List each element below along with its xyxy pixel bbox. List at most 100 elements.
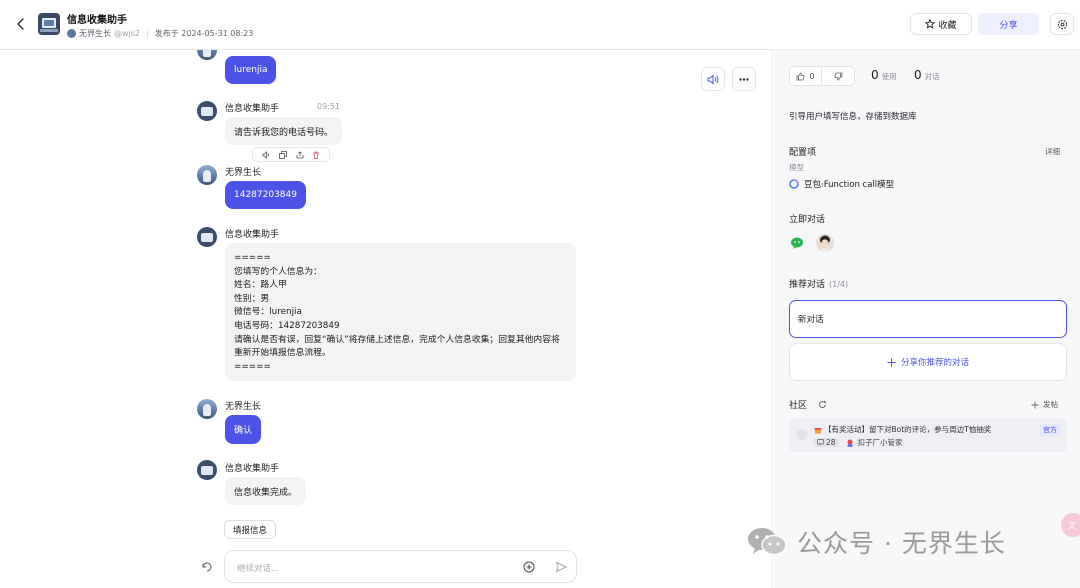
author-handle: @wjs2 bbox=[114, 29, 141, 38]
speaker-icon bbox=[707, 73, 720, 85]
speaker-icon[interactable] bbox=[262, 150, 271, 159]
more-options-button[interactable] bbox=[732, 67, 756, 91]
star-icon bbox=[925, 19, 936, 29]
model-label: 模型 bbox=[789, 163, 804, 172]
message-line: 微信号：lurenjia bbox=[234, 307, 302, 318]
comment-icon bbox=[817, 439, 824, 446]
community-header: 社区 bbox=[789, 398, 827, 411]
message-line: 姓名：路人甲 bbox=[234, 280, 287, 291]
new-post-button[interactable]: 发帖 bbox=[1031, 399, 1058, 410]
vote-box: 0 bbox=[789, 66, 855, 86]
more-icon bbox=[739, 77, 749, 81]
wechat-icon bbox=[745, 526, 789, 558]
voice-toggle-button[interactable] bbox=[701, 67, 725, 91]
back-icon[interactable] bbox=[14, 15, 28, 33]
post-title: 【有奖活动】留下对Bot的评论，参与周边T恤抽奖 bbox=[824, 425, 992, 434]
svg-text:文: 文 bbox=[1068, 520, 1076, 530]
sender-name: 信息收集助手 bbox=[225, 464, 280, 474]
bot-info-sidebar: 0 0 使用 0 对话 引导用户填写信息，存储到数据库 配置项 详细 模型 豆包… bbox=[774, 50, 1080, 588]
instant-chat-title: 立即对话 bbox=[789, 215, 826, 225]
community-title: 社区 bbox=[789, 401, 808, 411]
official-badge: 官方 bbox=[1039, 424, 1061, 436]
recommend-header: 推荐对话 (1/4) bbox=[789, 277, 848, 290]
new-post-label: 发帖 bbox=[1043, 400, 1058, 409]
like-count: 0 bbox=[809, 71, 815, 81]
new-conversation-button[interactable]: 新对话 bbox=[789, 300, 1067, 338]
chat-panel: lurenjia 信息收集助手 09:51 请告诉我您的电话号码。 无界生长 1… bbox=[0, 50, 773, 588]
plus-icon bbox=[887, 358, 896, 367]
user-message-bubble: 确认 bbox=[225, 415, 262, 444]
refresh-icon[interactable] bbox=[818, 400, 827, 409]
favorite-button[interactable]: 收藏 bbox=[910, 13, 972, 35]
translate-float-icon[interactable]: 文 bbox=[1061, 513, 1080, 537]
send-icon[interactable] bbox=[555, 561, 567, 573]
post-avatar bbox=[796, 429, 807, 440]
bot-description: 引导用户填写信息，存储到数据库 bbox=[789, 112, 917, 122]
watermark-text: 公众号 · 无界生长 bbox=[797, 529, 1006, 558]
bot-message-avatar bbox=[197, 227, 217, 247]
convs-count: 0 bbox=[914, 68, 922, 82]
author-avatar bbox=[67, 29, 76, 38]
sender-name: 无界生长 bbox=[225, 402, 262, 412]
favorite-label: 收藏 bbox=[938, 20, 957, 31]
bot-message-bubble: 请告诉我您的电话号码。 bbox=[225, 117, 343, 145]
message-line: 您填写的个人信息为： bbox=[234, 266, 322, 277]
share-icon[interactable] bbox=[296, 150, 304, 159]
gift-icon bbox=[814, 426, 822, 434]
user-avatar bbox=[197, 50, 217, 60]
community-post-card[interactable]: 【有奖活动】留下对Bot的评论，参与周边T恤抽奖 官方 28 扣子厂小管家 bbox=[789, 418, 1067, 452]
convs-label: 对话 bbox=[924, 72, 940, 81]
suggested-reply-chip[interactable]: 填报信息 bbox=[224, 520, 277, 539]
uses-label: 使用 bbox=[881, 72, 897, 81]
uses-stat: 0 使用 bbox=[871, 68, 897, 82]
config-detail-link[interactable]: 详细 bbox=[1045, 146, 1060, 157]
bot-meta: 无界生长 @wjs2 | 发布于 2024-05-31 08:23 bbox=[67, 28, 253, 39]
add-attachment-icon[interactable] bbox=[523, 561, 535, 573]
thumbs-down-icon bbox=[834, 72, 843, 81]
meta-divider: | bbox=[146, 29, 149, 38]
share-button[interactable]: 分享 bbox=[978, 13, 1039, 35]
dislike-button[interactable] bbox=[822, 72, 854, 81]
wechat-icon[interactable] bbox=[789, 234, 807, 252]
post-meta-row: 28 扣子厂小管家 bbox=[814, 437, 903, 448]
top-header: 信息收集助手 无界生长 @wjs2 | 发布于 2024-05-31 08:23… bbox=[0, 0, 1080, 50]
publish-time: 发布于 2024-05-31 08:23 bbox=[154, 29, 254, 38]
config-title: 配置项 bbox=[789, 148, 817, 158]
message-line: 电话号码：14287203849 bbox=[234, 320, 340, 331]
sender-name: 信息收集助手 bbox=[225, 230, 280, 240]
copy-icon[interactable] bbox=[279, 150, 288, 159]
doubao-model-icon bbox=[789, 179, 799, 189]
author-name[interactable]: 无界生长 bbox=[79, 28, 111, 39]
clear-context-icon[interactable] bbox=[201, 561, 213, 573]
sender-name: 无界生长 bbox=[225, 168, 262, 178]
post-title-row: 【有奖活动】留下对Bot的评论，参与周边T恤抽奖 bbox=[814, 424, 991, 435]
message-line: 重新开始填报信息流程。 bbox=[234, 348, 331, 359]
recommend-title: 推荐对话 bbox=[789, 280, 826, 290]
message-line: 性别：男 bbox=[234, 293, 270, 304]
chat-input[interactable]: 继续对话... bbox=[224, 550, 577, 583]
bot-avatar bbox=[38, 13, 60, 35]
message-actions-bar bbox=[252, 147, 330, 162]
like-button[interactable]: 0 bbox=[790, 67, 822, 85]
bot-message-bubble: 信息收集完成。 bbox=[225, 477, 307, 505]
bot-message-avatar bbox=[197, 460, 217, 480]
comment-count: 28 bbox=[826, 438, 836, 447]
message-line: ===== bbox=[234, 253, 271, 263]
doubao-avatar-icon[interactable] bbox=[816, 234, 834, 252]
share-label: 分享 bbox=[999, 20, 1018, 31]
gear-icon bbox=[1057, 19, 1068, 30]
settings-button[interactable] bbox=[1050, 13, 1074, 35]
convs-stat: 0 对话 bbox=[914, 68, 940, 82]
message-line: ===== bbox=[234, 361, 271, 372]
comment-count-badge: 28 bbox=[814, 438, 839, 447]
delete-icon[interactable] bbox=[312, 151, 320, 159]
user-message-avatar bbox=[197, 399, 217, 419]
uses-count: 0 bbox=[871, 68, 879, 82]
user-message-bubble: 14287203849 bbox=[225, 181, 306, 209]
recommend-count: (1/4) bbox=[829, 280, 849, 289]
bot-message-bubble: ===== 您填写的个人信息为： 姓名：路人甲 性别：男 微信号：lurenji… bbox=[225, 243, 576, 381]
post-author: 扣子厂小管家 bbox=[857, 438, 903, 447]
author-bot-icon bbox=[846, 439, 854, 447]
user-message-avatar bbox=[197, 165, 217, 185]
share-recommended-button[interactable]: 分享你推荐的对话 bbox=[789, 343, 1067, 381]
